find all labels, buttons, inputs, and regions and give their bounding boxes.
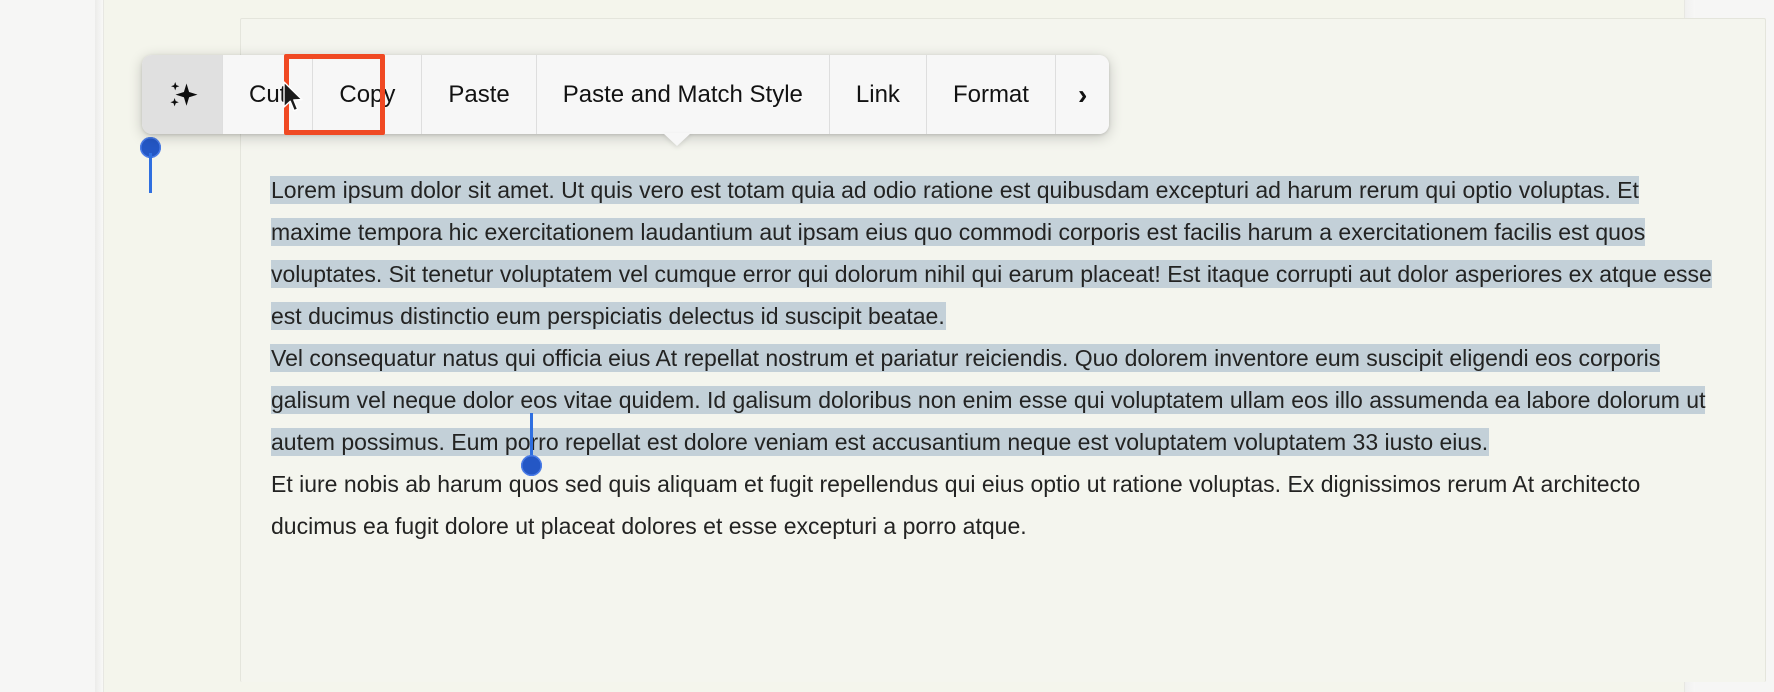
paragraph-1[interactable]: Lorem ipsum dolor sit amet. Ut quis vero… xyxy=(271,169,1719,337)
selection-end-knob[interactable] xyxy=(521,455,542,476)
context-menu-item-paste-and-match-style[interactable]: Paste and Match Style xyxy=(536,55,830,134)
mouse-cursor xyxy=(282,80,308,123)
context-menu-item-ai[interactable] xyxy=(142,55,223,134)
selected-text-1: Lorem ipsum dolor sit amet. Ut quis vero… xyxy=(271,177,1712,329)
screen-root: Lorem Lorem ipsum dolor sit amet. Ut qui… xyxy=(0,0,1774,692)
selection-start-stem xyxy=(149,153,152,193)
context-menu-item-copy[interactable]: Copy xyxy=(313,55,423,134)
context-menu-caret xyxy=(663,133,691,146)
chevron-right-icon[interactable]: › xyxy=(1055,55,1110,134)
context-menu-item-format[interactable]: Format xyxy=(926,55,1056,134)
selection-end-stem xyxy=(530,413,533,459)
paragraph-2[interactable]: Vel consequatur natus qui officia eius A… xyxy=(271,337,1719,463)
context-menu-item-paste[interactable]: Paste xyxy=(422,55,537,134)
page-edge-left xyxy=(95,0,103,692)
paragraph-3[interactable]: Et iure nobis ab harum quos sed quis ali… xyxy=(271,463,1719,547)
document-body[interactable]: Lorem ipsum dolor sit amet. Ut quis vero… xyxy=(271,169,1719,547)
selected-text-2: Vel consequatur natus qui officia eius A… xyxy=(271,345,1706,455)
sparkle-icon xyxy=(164,77,200,113)
context-menu-item-link[interactable]: Link xyxy=(829,55,927,134)
